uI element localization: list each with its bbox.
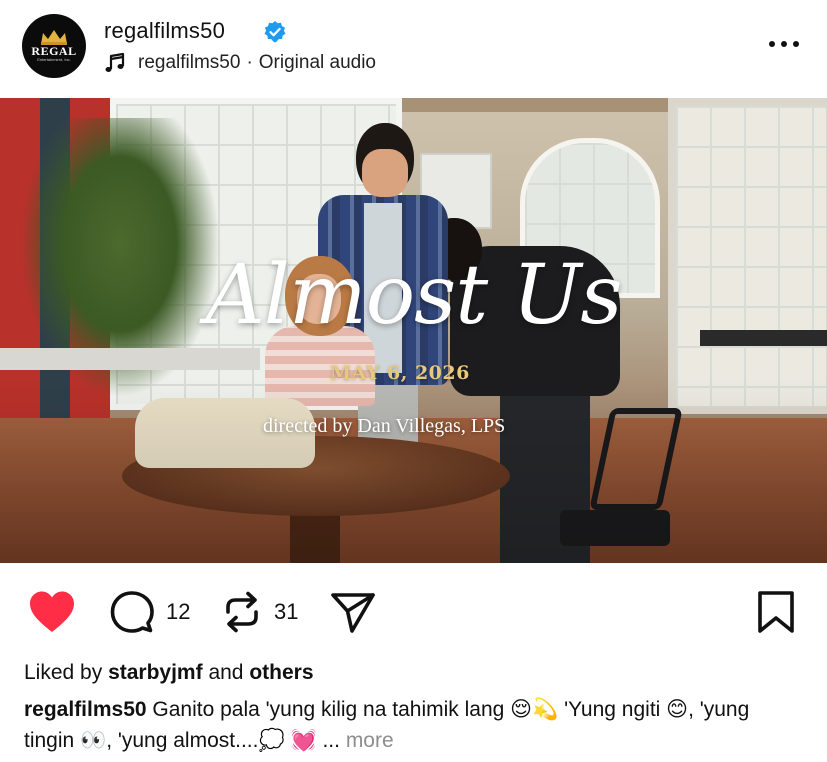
liked-by-others[interactable]: others <box>249 661 313 684</box>
caption-username[interactable]: regalfilms50 <box>24 698 147 721</box>
liked-by-line: Liked by starbyjmf and others <box>24 661 314 685</box>
caption-text-2: 'Yung ngiti <box>564 698 661 721</box>
more-link[interactable]: more <box>346 729 394 752</box>
repost-button[interactable]: 31 <box>222 590 298 634</box>
avatar-logo-subtext: Entertainment, Inc. <box>37 56 71 62</box>
audio-label[interactable]: Original audio <box>259 52 376 74</box>
post-header: REGAL Entertainment, Inc. regalfilms50 r… <box>0 0 827 98</box>
share-icon <box>331 593 375 633</box>
repost-count: 31 <box>274 599 299 624</box>
comment-button[interactable]: 12 <box>110 590 190 634</box>
avatar-logo-text: REGAL <box>31 43 77 58</box>
caption-ellipsis: ... <box>322 729 340 752</box>
liked-by-user[interactable]: starbyjmf <box>108 661 203 684</box>
bookmark-icon <box>758 591 794 633</box>
action-bar: 12 31 <box>0 580 827 644</box>
caption-text-1: Ganito pala 'yung kilig na tahimik lang <box>152 698 505 721</box>
heart-icon <box>30 591 74 632</box>
movie-title: Almost Us <box>205 248 623 343</box>
caption-text-4: , 'yung almost.... <box>106 729 259 752</box>
music-icon <box>105 52 125 72</box>
audio-username[interactable]: regalfilms50 <box>138 52 240 74</box>
like-button[interactable] <box>28 590 76 634</box>
liked-by-and: and <box>208 661 244 684</box>
relieved-face-emoji: 😌 <box>510 697 533 721</box>
avatar[interactable]: REGAL Entertainment, Inc. <box>22 14 86 78</box>
dizzy-star-emoji: 💫 <box>532 697 559 721</box>
crown-logo-icon <box>41 29 67 45</box>
video-player[interactable]: Almost Us MAY 6, 2026 directed by Dan Vi… <box>0 98 827 563</box>
save-button[interactable] <box>756 590 796 634</box>
liked-by-prefix: Liked by <box>24 661 103 684</box>
post-caption: regalfilms50 Ganito pala 'yung kilig na … <box>24 694 804 756</box>
share-button[interactable] <box>330 590 376 634</box>
audio-info[interactable]: regalfilms50 · Original audio <box>104 51 376 75</box>
thought-bubble-emoji: 💭 <box>258 728 285 752</box>
repost-icon <box>226 591 258 633</box>
director-credit: directed by Dan Villegas, LPS <box>263 415 506 437</box>
username[interactable]: regalfilms50 <box>104 18 225 44</box>
smiling-face-emoji: 😊 <box>666 697 689 721</box>
comment-icon <box>110 591 154 633</box>
beating-heart-emoji: 💓 <box>290 728 317 752</box>
verified-badge-icon <box>264 21 286 43</box>
comment-count: 12 <box>166 599 191 624</box>
eyes-emoji: 👀 <box>80 728 107 752</box>
release-date: MAY 6, 2026 <box>330 362 470 384</box>
audio-separator: · <box>246 52 253 73</box>
more-options-icon[interactable] <box>766 34 802 54</box>
